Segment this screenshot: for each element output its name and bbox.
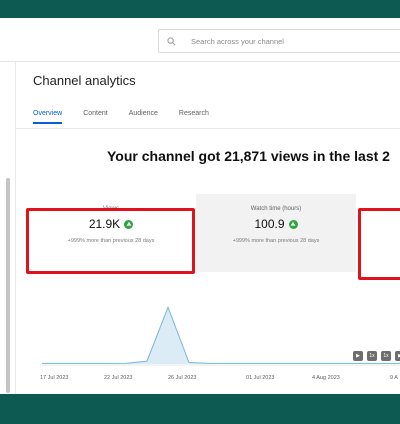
trend-up-icon: [288, 219, 298, 229]
page-title: Channel analytics: [33, 73, 136, 88]
tab-bar: Overview Content Audience Research: [33, 110, 230, 124]
views-chart: 17 Jul 2023 22 Jul 2023 26 Jul 2023 01 Jul …: [40, 305, 400, 381]
views-series-line: [42, 305, 400, 364]
x-tick-label: 22 Jul 2023: [104, 375, 132, 381]
tab-audience[interactable]: Audience: [129, 110, 158, 123]
analytics-window: Search across your channel Channel analy…: [0, 18, 400, 394]
watch-time-comparison: +999% more than previous 28 days: [232, 238, 320, 244]
x-tick-label: 26 Jul 2023: [168, 375, 196, 381]
chart-control-button[interactable]: 1x: [367, 351, 377, 361]
x-tick-label: 01 Jul 2023: [246, 375, 274, 381]
search-placeholder: Search across your channel: [191, 36, 284, 46]
summary-headline: Your channel got 21,871 views in the las…: [107, 148, 390, 164]
search-input[interactable]: Search across your channel: [158, 29, 400, 53]
watch-time-label: Watch time (hours): [250, 206, 302, 212]
watch-time-value: 100.9: [254, 217, 285, 231]
third-card-highlight-box: [358, 208, 400, 280]
watch-time-value-row: 100.9: [196, 217, 356, 231]
x-tick-label: 9 A: [390, 375, 398, 381]
chart-control-button[interactable]: 1x: [381, 351, 391, 361]
chart-control-button[interactable]: ▶: [353, 351, 363, 361]
x-tick-label: 17 Jul 2023: [40, 375, 68, 381]
search-icon: [167, 36, 185, 46]
tab-overview[interactable]: Overview: [33, 110, 63, 124]
watch-time-card[interactable]: Watch time (hours) 100.9 +999% more than…: [196, 194, 356, 272]
tabs-divider: [16, 128, 400, 129]
top-bar: Search across your channel: [0, 18, 400, 62]
tab-research[interactable]: Research: [179, 110, 209, 123]
scrollbar[interactable]: [6, 178, 10, 393]
chart-controls: ▶ 1x 1x ▶: [353, 351, 400, 361]
x-tick-label: 4 Aug 2023: [312, 375, 340, 381]
chart-control-button[interactable]: ▶: [395, 351, 400, 361]
views-series-area: [42, 307, 400, 364]
views-highlight-box: [26, 208, 195, 274]
tab-content[interactable]: Content: [83, 110, 108, 123]
